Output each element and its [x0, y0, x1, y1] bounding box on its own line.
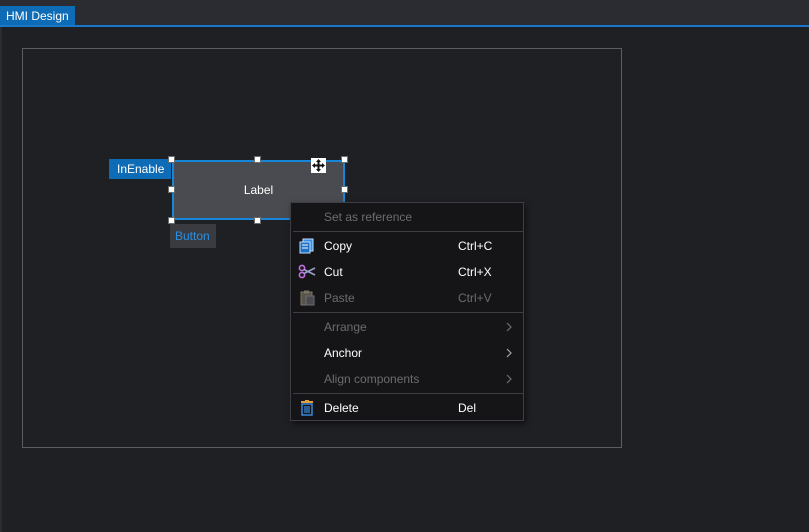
context-menu: Set as reference Copy Ctrl+C Cut Ctrl+X …	[290, 202, 524, 421]
menu-item-set-as-reference[interactable]: Set as reference	[291, 204, 523, 230]
app-window: HMI Design InEnable Label Button Set as …	[0, 0, 809, 532]
resize-handle-bottom[interactable]	[254, 217, 261, 224]
menu-item-label: Copy	[324, 239, 353, 253]
menu-item-shortcut: Ctrl+C	[458, 239, 493, 253]
menu-item-shortcut: Ctrl+X	[458, 265, 492, 279]
menu-separator	[293, 312, 523, 313]
menu-separator	[293, 231, 523, 232]
resize-handle-top-right[interactable]	[341, 156, 348, 163]
menu-item-anchor[interactable]: Anchor	[291, 340, 523, 366]
trash-icon	[298, 400, 316, 416]
menu-item-copy[interactable]: Copy Ctrl+C	[291, 233, 523, 259]
resize-handle-bottom-left[interactable]	[168, 217, 175, 224]
menu-item-label: Paste	[324, 291, 355, 305]
menu-item-paste[interactable]: Paste Ctrl+V	[291, 285, 523, 311]
copy-icon	[298, 238, 316, 254]
move-handle-icon[interactable]	[311, 158, 326, 173]
chevron-right-icon	[506, 374, 512, 384]
menu-item-align-components[interactable]: Align components	[291, 366, 523, 392]
menu-item-label: Set as reference	[324, 210, 413, 224]
menu-item-cut[interactable]: Cut Ctrl+X	[291, 259, 523, 285]
menu-item-label: Anchor	[324, 346, 363, 360]
menu-item-label: Arrange	[324, 320, 367, 334]
chevron-right-icon	[506, 322, 512, 332]
component-type-badge: Button	[170, 224, 216, 248]
resize-handle-right[interactable]	[341, 186, 348, 193]
menu-item-shortcut: Del	[458, 401, 477, 415]
resize-handle-left[interactable]	[168, 186, 175, 193]
scissors-icon	[298, 264, 316, 280]
tab-strip: HMI Design	[0, 0, 809, 28]
menu-item-shortcut: Ctrl+V	[458, 291, 492, 305]
tab-hmi-design[interactable]: HMI Design	[0, 6, 75, 26]
resize-handle-top-left[interactable]	[168, 156, 175, 163]
menu-item-delete[interactable]: Delete Del	[291, 395, 523, 421]
menu-separator	[293, 393, 523, 394]
resize-handle-top[interactable]	[254, 156, 261, 163]
menu-item-label: Cut	[324, 265, 343, 279]
paste-icon	[298, 290, 316, 306]
menu-item-label: Align components	[324, 372, 420, 386]
chevron-right-icon	[506, 348, 512, 358]
menu-item-label: Delete	[324, 401, 359, 415]
menu-item-arrange[interactable]: Arrange	[291, 314, 523, 340]
enable-binding-badge[interactable]: InEnable	[109, 159, 171, 179]
